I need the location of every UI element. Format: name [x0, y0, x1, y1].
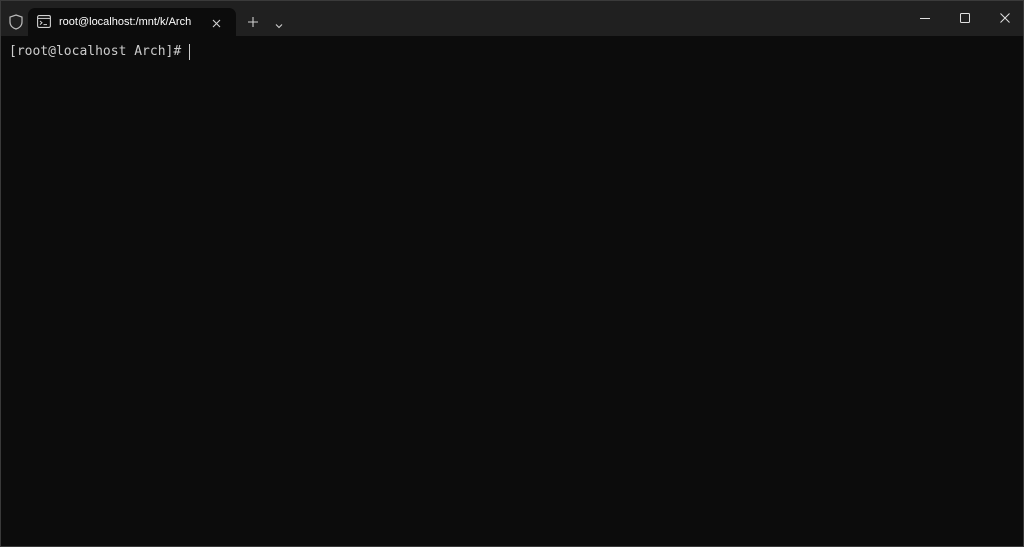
terminal-icon: [37, 15, 51, 28]
close-window-button[interactable]: [985, 1, 1023, 36]
minimize-button[interactable]: [905, 1, 945, 36]
title-bar[interactable]: root@localhost:/mnt/k/Arch: [1, 1, 1023, 36]
terminal-pane[interactable]: [root@localhost Arch]#: [1, 36, 1023, 546]
plus-icon: [248, 17, 258, 27]
maximize-icon: [960, 13, 970, 23]
shield-icon: [9, 14, 23, 30]
terminal-window: root@localhost:/mnt/k/Arch [root@localho…: [0, 0, 1024, 547]
prompt-text: [root@localhost Arch]#: [9, 44, 182, 59]
prompt-line: [root@localhost Arch]#: [9, 44, 191, 60]
minimize-icon: [920, 18, 930, 19]
tab-terminal[interactable]: root@localhost:/mnt/k/Arch: [28, 8, 236, 36]
maximize-button[interactable]: [945, 1, 985, 36]
new-tab-button[interactable]: [246, 15, 260, 29]
text-cursor: [189, 44, 191, 60]
tab-dropdown-button[interactable]: [274, 17, 284, 29]
chevron-down-icon: [275, 24, 283, 29]
close-icon: [1000, 13, 1010, 23]
tab-title: root@localhost:/mnt/k/Arch: [59, 16, 192, 28]
close-icon[interactable]: [211, 16, 222, 28]
